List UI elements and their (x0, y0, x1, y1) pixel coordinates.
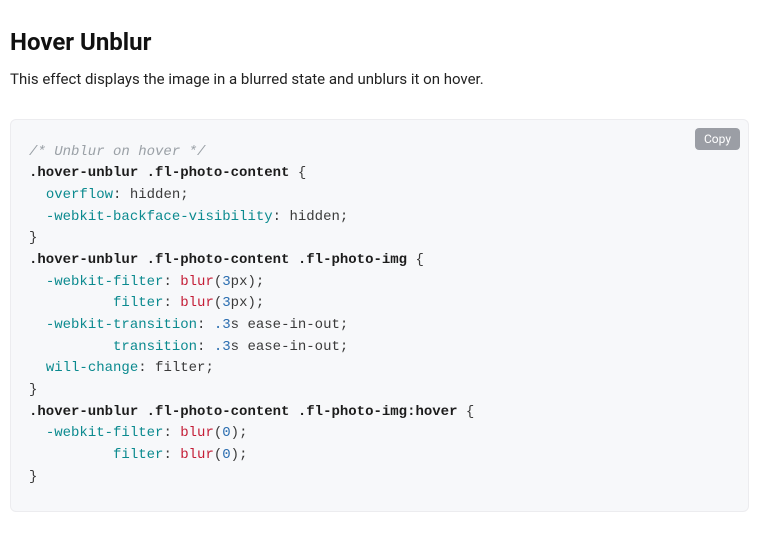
code-token-sel: .hover-unblur (29, 404, 138, 420)
code-token-plain: px (231, 274, 248, 290)
code-token-punc: ( (214, 295, 222, 311)
code-token-punc: : (163, 447, 180, 463)
code-token-punc: ) (231, 447, 239, 463)
code-token-punc: ; (205, 360, 213, 376)
code-token-prop: overflow (46, 187, 113, 203)
code-token-punc: : (138, 360, 155, 376)
code-token-plain (29, 447, 113, 463)
section-heading: Hover Unblur (10, 28, 749, 56)
code-token-punc: : (113, 187, 130, 203)
code-token-punc: : (163, 295, 180, 311)
code-block: Copy /* Unblur on hover */ .hover-unblur… (10, 119, 749, 512)
section-description: This effect displays the image in a blur… (10, 68, 749, 91)
code-token-plain (289, 252, 297, 268)
code-token-punc: : (163, 274, 180, 290)
code-token-func: blur (180, 425, 214, 441)
code-token-plain (29, 425, 46, 441)
code-token-punc: { (415, 252, 423, 268)
code-token-plain (289, 404, 297, 420)
code-token-punc: ; (340, 209, 348, 225)
code-token-punc: ; (340, 339, 348, 355)
code-token-prop: -webkit-transition (46, 317, 197, 333)
code-token-plain (29, 187, 46, 203)
code-token-prop: filter (113, 447, 163, 463)
code-token-plain (29, 339, 113, 355)
code-token-punc: ; (239, 447, 247, 463)
code-token-punc: { (466, 404, 474, 420)
code-token-prop: transition (113, 339, 197, 355)
code-token-punc: ( (214, 425, 222, 441)
code-token-punc: ) (231, 425, 239, 441)
code-token-prop: filter (113, 295, 163, 311)
code-token-punc: } (29, 382, 37, 398)
code-token-punc: : (273, 209, 290, 225)
code-token-comment: /* Unblur on hover */ (29, 144, 205, 160)
code-token-prop: will-change (46, 360, 138, 376)
code-token-plain (138, 252, 146, 268)
code-token-punc: ( (214, 447, 222, 463)
code-token-sel: .fl-photo-content (147, 404, 290, 420)
code-token-plain (29, 274, 46, 290)
code-token-punc: ; (239, 425, 247, 441)
code-token-punc: ; (180, 187, 188, 203)
code-token-punc: } (29, 469, 37, 485)
code-token-sel: .fl-photo-img (298, 252, 407, 268)
code-token-prop: -webkit-backface-visibility (46, 209, 273, 225)
code-token-num: .3 (214, 317, 231, 333)
code-token-punc: ; (340, 317, 348, 333)
code-token-plain (458, 404, 466, 420)
code-token-num: .3 (214, 339, 231, 355)
code-token-plain (138, 404, 146, 420)
code-token-sel: .hover-unblur (29, 165, 138, 181)
code-token-prop: -webkit-filter (46, 274, 164, 290)
code-token-punc: ; (256, 274, 264, 290)
code-token-punc: : (163, 425, 180, 441)
code-token-num: 3 (222, 295, 230, 311)
code-token-plain (29, 295, 113, 311)
code-token-punc: ) (247, 295, 255, 311)
copy-button[interactable]: Copy (695, 128, 740, 150)
code-token-plain: s ease-in-out (231, 339, 340, 355)
code-token-punc: ; (256, 295, 264, 311)
code-token-plain: hidden (289, 209, 339, 225)
code-token-plain: s ease-in-out (231, 317, 340, 333)
code-token-func: blur (180, 274, 214, 290)
code-token-plain (29, 360, 46, 376)
code-token-sel: .fl-photo-content (147, 252, 290, 268)
code-token-num: 3 (222, 274, 230, 290)
code-token-plain (29, 209, 46, 225)
code-token-punc: ) (247, 274, 255, 290)
code-token-num: 0 (222, 425, 230, 441)
code-token-sel: .fl-photo-img:hover (298, 404, 458, 420)
code-content: /* Unblur on hover */ .hover-unblur .fl-… (29, 142, 730, 489)
code-token-plain (138, 165, 146, 181)
code-token-sel: .fl-photo-content (147, 165, 290, 181)
code-token-punc: : (197, 339, 214, 355)
code-token-plain: px (231, 295, 248, 311)
code-token-plain (29, 317, 46, 333)
code-token-punc: ( (214, 274, 222, 290)
code-token-sel: .hover-unblur (29, 252, 138, 268)
code-token-punc: { (298, 165, 306, 181)
code-token-func: blur (180, 447, 214, 463)
code-token-func: blur (180, 295, 214, 311)
code-token-plain: hidden (130, 187, 180, 203)
code-token-plain: filter (155, 360, 205, 376)
code-token-prop: -webkit-filter (46, 425, 164, 441)
code-token-punc: : (197, 317, 214, 333)
code-token-num: 0 (222, 447, 230, 463)
code-token-plain (289, 165, 297, 181)
code-token-punc: } (29, 230, 37, 246)
